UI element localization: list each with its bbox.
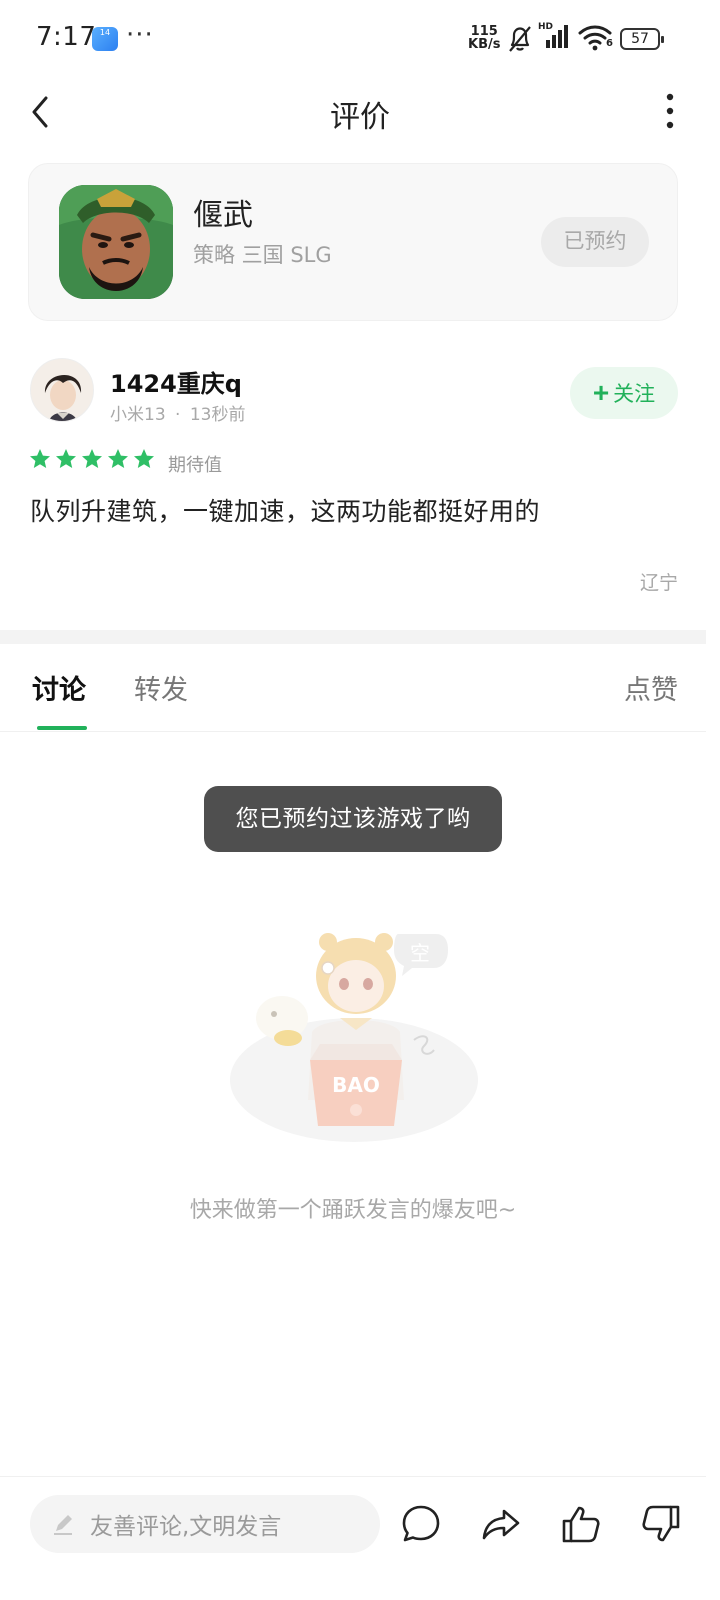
review-time: 13秒前 bbox=[189, 405, 246, 425]
comment-placeholder: 友善评论,文明发言 bbox=[90, 1514, 282, 1540]
wifi-badge: 6 bbox=[606, 38, 613, 49]
toast-message: 您已预约过该游戏了哟 bbox=[204, 786, 502, 852]
meta-separator: · bbox=[175, 405, 181, 425]
share-icon[interactable] bbox=[480, 1503, 522, 1545]
section-divider bbox=[0, 630, 706, 644]
user-device: 小米13 bbox=[110, 405, 166, 425]
comment-input[interactable]: 友善评论,文明发言 bbox=[30, 1495, 380, 1553]
game-icon[interactable] bbox=[59, 185, 173, 299]
star-icon bbox=[30, 449, 50, 468]
weather-icon: 14 bbox=[92, 27, 118, 51]
empty-message: 快来做第一个踊跃发言的爆友吧~ bbox=[189, 1198, 517, 1223]
reserved-button[interactable]: 已预约 bbox=[541, 217, 649, 267]
wifi-icon: 6 bbox=[578, 24, 613, 56]
pen-icon bbox=[54, 1515, 72, 1535]
rating-stars bbox=[28, 447, 156, 471]
empty-box-text: BAO bbox=[332, 1073, 380, 1097]
network-speed: 115 KB/s bbox=[468, 25, 500, 51]
tab-discussion[interactable]: 讨论 bbox=[32, 668, 86, 707]
tab-likes[interactable]: 点赞 bbox=[624, 668, 678, 707]
comment-icon[interactable] bbox=[400, 1503, 442, 1545]
game-tags: 策略 三国 SLG bbox=[193, 243, 332, 267]
empty-bubble-text: 空 bbox=[410, 941, 430, 965]
review-location: 辽宁 bbox=[639, 572, 678, 594]
star-icon bbox=[82, 449, 102, 468]
user-name[interactable]: 1424重庆q bbox=[110, 364, 242, 399]
more-vertical-icon[interactable] bbox=[652, 92, 688, 132]
thumbs-up-icon[interactable] bbox=[560, 1503, 602, 1545]
empty-illustration: 空 BAO bbox=[228, 920, 482, 1148]
follow-label: 关注 bbox=[613, 383, 656, 406]
tab-bar: 讨论 转发 点赞 bbox=[0, 644, 706, 732]
battery-icon: 57 bbox=[620, 28, 664, 50]
game-card[interactable]: 偃武 策略 三国 SLG 已预约 bbox=[28, 163, 678, 321]
game-name[interactable]: 偃武 bbox=[193, 190, 253, 234]
mute-bell-icon bbox=[509, 26, 531, 52]
user-meta: 小米13 · 13秒前 bbox=[110, 400, 246, 425]
status-time: 7:17 bbox=[36, 22, 97, 52]
nav-bar: 评价 bbox=[0, 80, 720, 144]
network-speed-unit: KB/s bbox=[468, 37, 501, 52]
network-badge: HD bbox=[538, 22, 554, 32]
review-content: 队列升建筑，一键加速，这两功能都挺好用的 bbox=[30, 497, 541, 526]
star-icon bbox=[56, 449, 76, 468]
star-icon bbox=[134, 449, 154, 468]
bottom-bar: 友善评论,文明发言 bbox=[0, 1476, 706, 1600]
tab-repost[interactable]: 转发 bbox=[134, 668, 188, 707]
weather-temp: 14 bbox=[99, 28, 111, 37]
avatar[interactable] bbox=[30, 358, 94, 422]
status-bar: 7:17 14 ··· 115 KB/s HD 6 57 bbox=[0, 0, 720, 80]
thumbs-down-icon[interactable] bbox=[640, 1503, 682, 1545]
battery-level: 57 bbox=[631, 31, 649, 47]
tab-indicator bbox=[37, 726, 87, 730]
notification-more-icon: ··· bbox=[126, 20, 154, 50]
rating-label: 期待值 bbox=[168, 455, 222, 476]
plus-icon: + bbox=[592, 377, 610, 408]
follow-button[interactable]: + 关注 bbox=[570, 367, 678, 419]
cell-signal-icon: HD bbox=[538, 22, 572, 56]
page-title: 评价 bbox=[330, 100, 390, 135]
star-icon bbox=[108, 449, 128, 468]
